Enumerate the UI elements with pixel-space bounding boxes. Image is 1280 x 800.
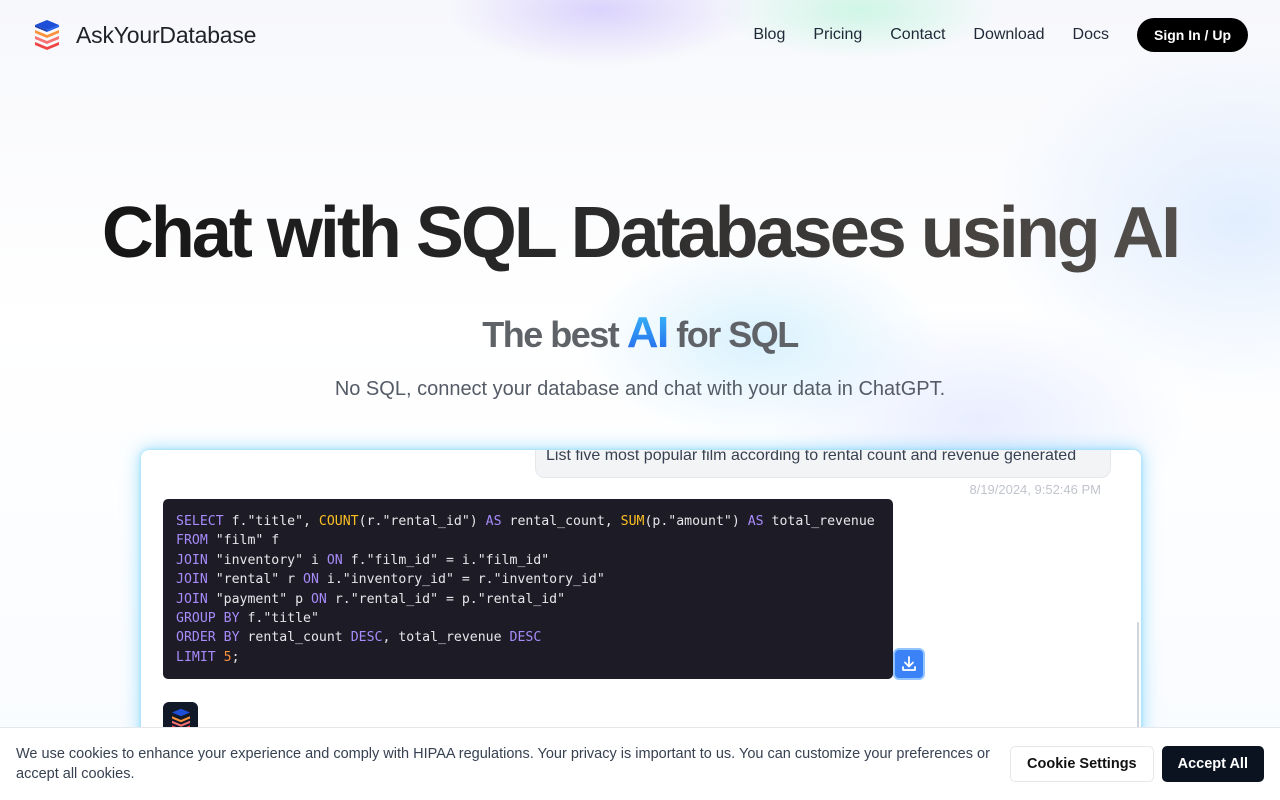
sql-line: JOIN "rental" r ON i."inventory_id" = r.… [176,572,605,588]
subtitle-prefix: The best [482,314,620,355]
subtitle-highlight: AI [626,308,670,357]
main-nav: Blog Pricing Contact Download Docs Sign … [753,18,1248,52]
brand[interactable]: AskYourDatabase [34,19,256,51]
hero-subtitle: The best AI for SQL [0,308,1280,358]
stacked-database-icon [35,20,59,50]
cookie-text: We use cookies to enhance your experienc… [16,746,990,782]
brand-name: AskYourDatabase [76,21,257,48]
sql-line: LIMIT 5; [176,649,240,665]
accept-all-button[interactable]: Accept All [1161,746,1264,782]
sql-line: FROM "film" f [176,533,280,549]
sql-line: ORDER BY rental_count DESC, total_revenu… [176,630,542,646]
top-navbar: AskYourDatabase Blog Pricing Contact Dow… [0,0,1280,70]
nav-contact[interactable]: Contact [890,26,945,44]
sql-line: SELECT f."title", COUNT(r."rental_id") A… [176,514,875,529]
nav-pricing[interactable]: Pricing [813,26,862,44]
hero-title: Chat with SQL Databases using AI [0,190,1280,276]
cookie-actions: Cookie Settings Accept All [1010,746,1264,782]
subtitle-suffix: for SQL [676,314,799,355]
nav-docs[interactable]: Docs [1073,26,1109,44]
sql-line: JOIN "inventory" i ON f."film_id" = i."f… [176,552,550,568]
sql-line: GROUP BY f."title" [176,611,319,627]
sql-line: JOIN "payment" p ON r."rental_id" = p."r… [176,591,566,607]
nav-blog[interactable]: Blog [753,26,785,44]
cookie-settings-button[interactable]: Cookie Settings [1010,746,1154,782]
hero-tagline: No SQL, connect your database and chat w… [334,378,946,400]
chat-demo-window: List five most popular film according to… [141,450,1141,750]
user-message-bubble: List five most popular film according to… [535,450,1111,478]
message-timestamp: 8/19/2024, 9:52:46 PM [969,482,1101,497]
download-button[interactable] [893,648,925,680]
nav-download[interactable]: Download [973,26,1044,44]
download-icon [902,656,916,671]
sign-in-button[interactable]: Sign In / Up [1137,18,1248,52]
sql-code-block: SELECT f."title", COUNT(r."rental_id") A… [163,499,893,679]
cookie-banner: We use cookies to enhance your experienc… [0,727,1280,800]
